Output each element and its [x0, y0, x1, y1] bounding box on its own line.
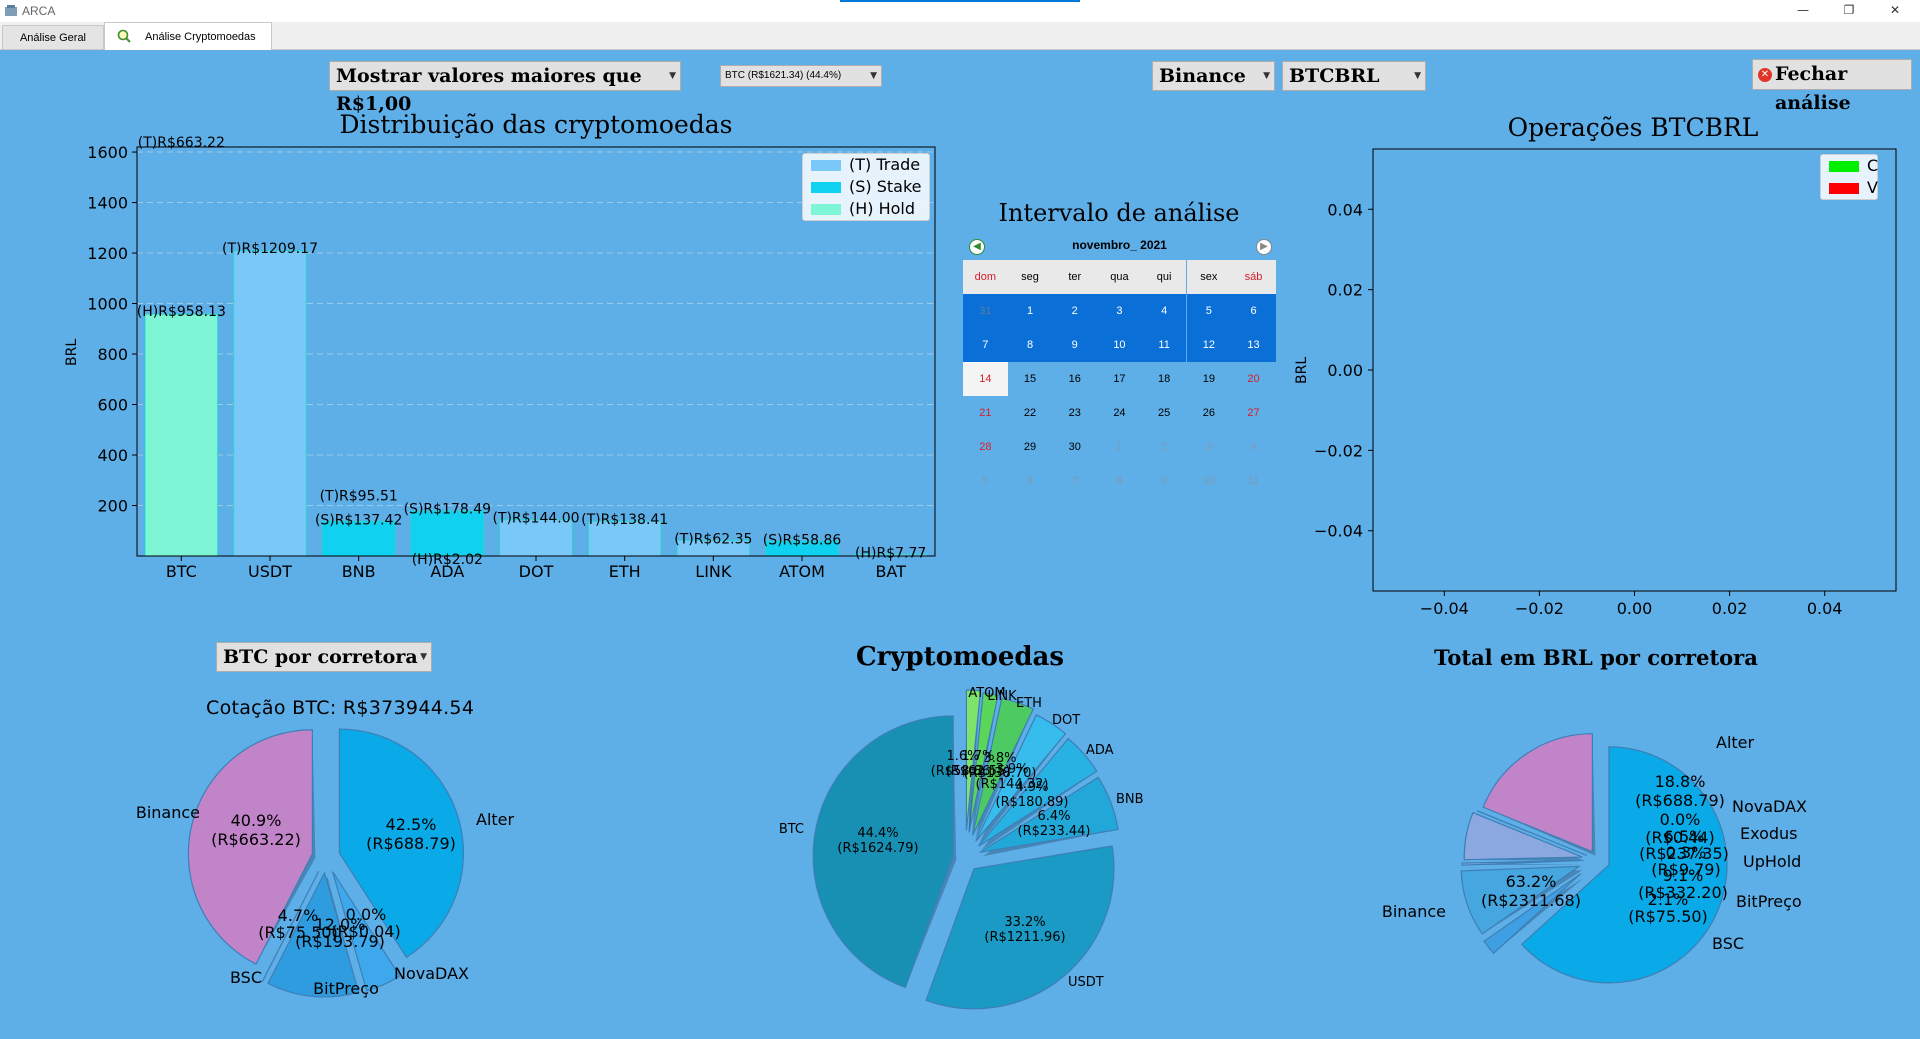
pie-label-name: Alter — [1716, 733, 1755, 752]
pie-label-pct: 63.2% — [1506, 872, 1557, 891]
pie-label-pct: 40.9% — [231, 811, 282, 830]
pie-label-amount: (R$1624.79) — [837, 841, 918, 856]
pie-label-name: Binance — [1382, 902, 1446, 921]
pie-label-amount: (R$1211.96) — [984, 930, 1065, 945]
pie-label-name: BitPreço — [1736, 892, 1802, 911]
pie-label-pct: 42.5% — [386, 815, 437, 834]
pie-charts: Alter42.5%(R$688.79)NovaDAX0.0%(R$0.04)B… — [136, 686, 1807, 1010]
pie-label-amount: (R$688.79) — [1635, 791, 1725, 810]
pie-label-name: BSC — [1712, 934, 1744, 953]
pie-label-pct: 44.4% — [857, 826, 898, 841]
pie-label-amount: (R$663.22) — [211, 830, 301, 849]
pie-label-name: BitPreço — [313, 979, 379, 998]
pie-label-pct: 6.4% — [1037, 809, 1070, 824]
pie-label-name: ATOM — [968, 686, 1005, 701]
pie-label-amount: (R$688.79) — [366, 834, 456, 853]
pie-label-amount: (R$75.50) — [258, 923, 338, 942]
pie-label-name: ADA — [1086, 743, 1114, 758]
pie-label-pct: 33.2% — [1004, 915, 1045, 930]
pie-label-name: NovaDAX — [1732, 797, 1807, 816]
pie-label-name: USDT — [1068, 975, 1104, 990]
pie-label-pct: 1.6% — [946, 749, 979, 764]
pie-label-name: NovaDAX — [394, 964, 469, 983]
pie-label-amount: (R$58.86) — [931, 764, 996, 779]
pie-label-name: Exodus — [1740, 824, 1798, 843]
pie-label-amount: (R$75.50) — [1628, 907, 1708, 926]
pie-label-name: UpHold — [1743, 852, 1801, 871]
pie-label-name: Binance — [136, 803, 200, 822]
pie-label-amount: (R$233.44) — [1018, 824, 1091, 839]
pie-label-name: BSC — [230, 968, 262, 987]
pie-label-pct: 18.8% — [1655, 772, 1706, 791]
pie-label-name: Alter — [476, 810, 515, 829]
pie-label-name: DOT — [1052, 713, 1080, 728]
pie-label-name: BTC — [779, 822, 804, 837]
pie-label-amount: (R$2311.68) — [1481, 891, 1581, 910]
pie-label-name: BNB — [1116, 792, 1144, 807]
pie-label-amount: (R$180.89) — [996, 795, 1069, 810]
pie-label-name: ETH — [1016, 696, 1042, 711]
